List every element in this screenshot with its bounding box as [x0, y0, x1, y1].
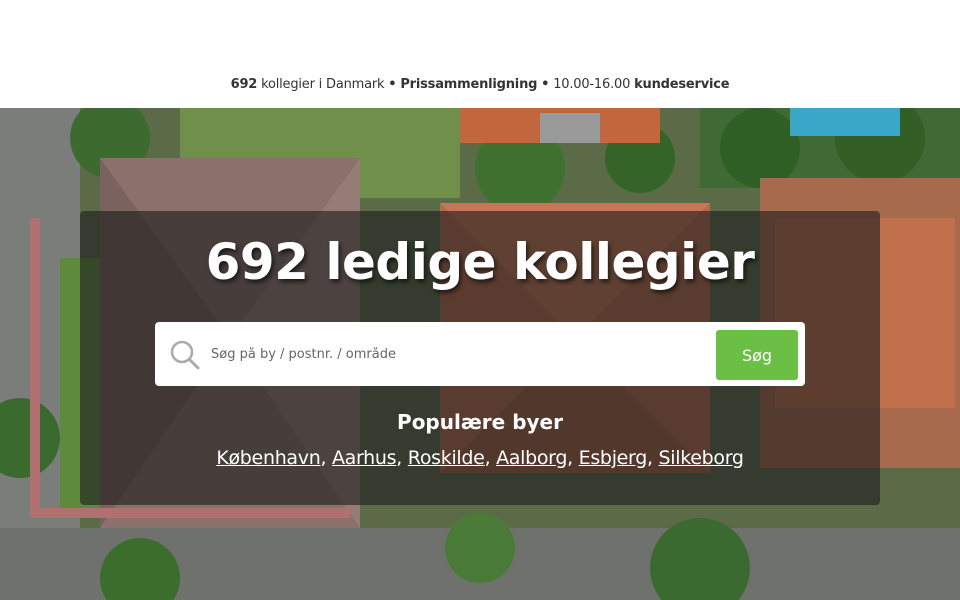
city-separator: , — [647, 447, 653, 469]
price-comparison-label: Prissammenligning — [400, 77, 538, 92]
search-input[interactable] — [211, 334, 701, 374]
count-text: kollegier i Danmark — [261, 77, 385, 92]
hero-headline: 692 ledige kollegier — [205, 233, 755, 291]
city-separator: , — [484, 447, 491, 469]
city-link-roskilde[interactable]: Roskilde — [408, 447, 485, 469]
separator-dot: • — [541, 77, 550, 92]
separator-dot: • — [388, 77, 397, 92]
service-hours: 10.00-16.00 — [553, 77, 631, 92]
city-link-esbjerg[interactable]: Esbjerg — [579, 447, 648, 469]
search-button[interactable]: Søg — [716, 330, 798, 380]
search-panel: 692 ledige kollegier Søg Populære byer K… — [80, 211, 880, 505]
search-icon — [170, 340, 200, 370]
city-link-silkeborg[interactable]: Silkeborg — [659, 447, 744, 469]
search-box: Søg — [155, 322, 805, 386]
popular-cities-list: København, Aarhus, Roskilde, Aalborg, Es… — [80, 447, 880, 469]
customer-service-label: kundeservice — [634, 77, 730, 92]
city-separator: , — [320, 447, 327, 469]
city-link-aarhus[interactable]: Aarhus — [332, 447, 397, 469]
kollegie-count: 692 — [230, 77, 258, 92]
info-line: 692 kollegier i Danmark • Prissammenlign… — [0, 77, 960, 92]
city-link-kobenhavn[interactable]: København — [216, 447, 320, 469]
hero-section: 692 ledige kollegier Søg Populære byer K… — [0, 108, 960, 600]
city-link-aalborg[interactable]: Aalborg — [496, 447, 567, 469]
popular-cities-title: Populære byer — [397, 410, 563, 434]
city-separator: , — [396, 447, 403, 469]
city-separator: , — [567, 447, 573, 469]
